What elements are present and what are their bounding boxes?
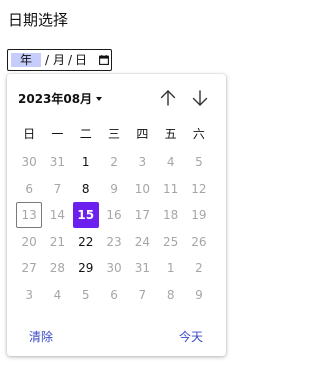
- arrow-down-icon[interactable]: [189, 87, 211, 109]
- day-cell[interactable]: 12: [186, 176, 212, 202]
- separator: /: [68, 53, 73, 67]
- page-title: 日期选择: [8, 11, 69, 29]
- day-cell[interactable]: 23: [101, 229, 127, 255]
- day-cell[interactable]: 7: [44, 176, 70, 202]
- day-cell-outside-month[interactable]: 2: [186, 255, 212, 281]
- day-cell[interactable]: 20: [16, 229, 42, 255]
- weekday-header: 日一二三四五六: [15, 126, 221, 142]
- day-cell[interactable]: 11: [158, 176, 184, 202]
- day-cell[interactable]: 6: [16, 176, 42, 202]
- day-cell[interactable]: 9: [101, 176, 127, 202]
- day-cell[interactable]: 21: [44, 229, 70, 255]
- day-cell-outside-month[interactable]: 6: [101, 282, 127, 308]
- clear-button[interactable]: 清除: [29, 329, 53, 345]
- weekday-label: 日: [23, 127, 36, 141]
- weekday-label: 五: [164, 127, 177, 141]
- day-cell[interactable]: 26: [186, 229, 212, 255]
- day-segment[interactable]: 日: [75, 53, 87, 67]
- day-cell-outside-month[interactable]: 1: [158, 255, 184, 281]
- day-cell-outside-month[interactable]: 9: [186, 282, 212, 308]
- weekday-label: 三: [108, 127, 121, 141]
- day-cell[interactable]: 14: [44, 202, 70, 228]
- day-cell[interactable]: 22: [73, 229, 99, 255]
- month-year-label: 2023年08月: [18, 92, 93, 106]
- day-cell[interactable]: 18: [158, 202, 184, 228]
- day-grid: 30 31 1 2 3 4 5 6 7 8 9 10 11 12 13 14 15 16 17 18 19 20 21 22 2…: [15, 149, 221, 329]
- weekday-label: 六: [192, 127, 205, 141]
- day-cell-outside-month[interactable]: 31: [44, 149, 70, 175]
- day-cell[interactable]: 5: [186, 149, 212, 175]
- day-cell-outside-month[interactable]: 4: [44, 282, 70, 308]
- day-cell-outside-month[interactable]: 5: [73, 282, 99, 308]
- month-segment[interactable]: 月: [53, 53, 65, 67]
- day-cell[interactable]: 24: [129, 229, 155, 255]
- day-cell[interactable]: 10: [129, 176, 155, 202]
- today-button[interactable]: 今天: [179, 329, 203, 345]
- day-cell[interactable]: 3: [129, 149, 155, 175]
- day-cell[interactable]: 31: [129, 255, 155, 281]
- caret-down-icon: [96, 97, 103, 101]
- date-input[interactable]: 年 / 月 / 日: [7, 49, 112, 71]
- day-cell[interactable]: 1: [73, 149, 99, 175]
- calendar-icon[interactable]: [99, 55, 109, 65]
- year-segment[interactable]: 年: [11, 53, 41, 67]
- day-cell[interactable]: 28: [44, 255, 70, 281]
- day-cell-outside-month[interactable]: 30: [16, 149, 42, 175]
- weekday-label: 二: [79, 127, 92, 141]
- day-cell[interactable]: 29: [73, 255, 99, 281]
- calendar-popup: 2023年08月 日一二三四五六 30 31 1 2 3 4 5 6 7 8 9 10 11 12 13 14…: [7, 74, 226, 356]
- day-cell[interactable]: 2: [101, 149, 127, 175]
- day-cell[interactable]: 17: [129, 202, 155, 228]
- day-cell[interactable]: 27: [16, 255, 42, 281]
- day-cell-outside-month[interactable]: 3: [16, 282, 42, 308]
- month-year-dropdown[interactable]: 2023年08月: [18, 91, 103, 107]
- weekday-label: 四: [136, 127, 149, 141]
- day-cell-selected[interactable]: 15: [72, 202, 99, 228]
- day-cell[interactable]: 8: [73, 176, 99, 202]
- day-cell-current[interactable]: 13: [16, 202, 43, 228]
- day-cell[interactable]: 30: [101, 255, 127, 281]
- separator: /: [45, 53, 50, 67]
- day-cell-outside-month[interactable]: 8: [158, 282, 184, 308]
- day-cell[interactable]: 16: [101, 202, 127, 228]
- day-cell[interactable]: 19: [186, 202, 212, 228]
- weekday-label: 一: [51, 127, 64, 141]
- day-cell-outside-month[interactable]: 7: [129, 282, 155, 308]
- day-cell[interactable]: 25: [158, 229, 184, 255]
- day-cell[interactable]: 4: [158, 149, 184, 175]
- arrow-up-icon[interactable]: [157, 87, 179, 109]
